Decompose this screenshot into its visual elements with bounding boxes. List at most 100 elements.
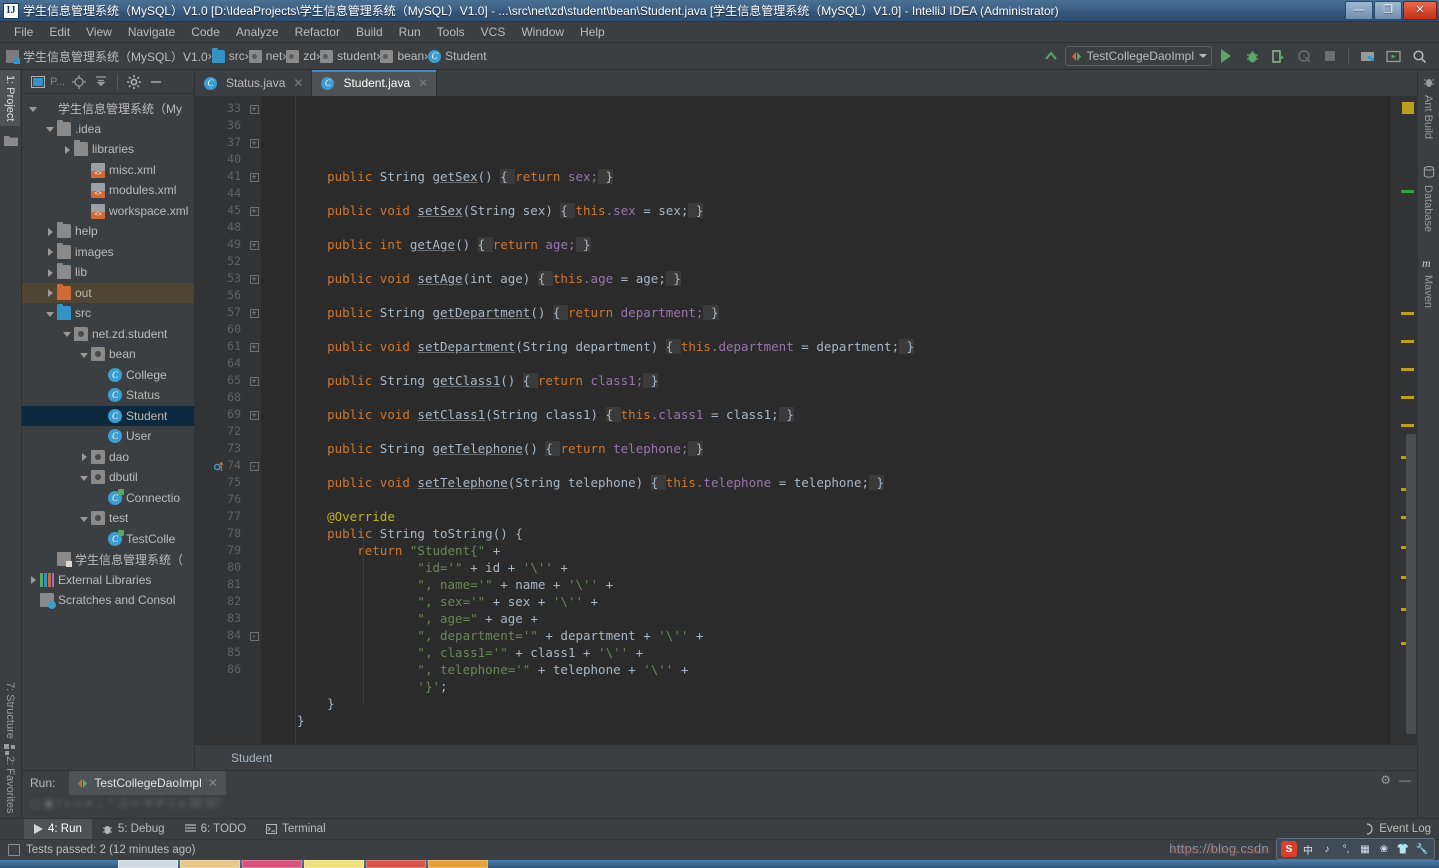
- warning-marker[interactable]: [1401, 368, 1414, 371]
- taskbar-item[interactable]: [180, 860, 240, 868]
- debug-button[interactable]: [1240, 45, 1264, 67]
- code-line[interactable]: }: [261, 712, 1391, 729]
- menu-navigate[interactable]: Navigate: [120, 23, 183, 41]
- tree-node-[interactable]: 学生信息管理系统（: [22, 549, 194, 570]
- code-line[interactable]: public void setAge(int age) { this.age =…: [261, 270, 1391, 287]
- code-line[interactable]: ", department='" + department + '\'' +: [261, 627, 1391, 644]
- project-tree[interactable]: 学生信息管理系统（My .idea libraries misc.xml modules…: [22, 94, 194, 770]
- event-log-button[interactable]: Event Log: [1361, 823, 1439, 835]
- chevron-down-icon[interactable]: [28, 103, 39, 114]
- code-line[interactable]: public void setSex(String sex) { this.se…: [261, 202, 1391, 219]
- tree-node-libraries[interactable]: libraries: [22, 139, 194, 160]
- chevron-right-icon[interactable]: [45, 287, 56, 298]
- code-line[interactable]: public String getSex() { return sex; }: [261, 168, 1391, 185]
- tree-node-src[interactable]: src: [22, 303, 194, 324]
- sidebar-item-structure[interactable]: 7: Structure: [0, 677, 20, 744]
- chevron-right-icon[interactable]: [45, 226, 56, 237]
- tree-node-workspace-xml[interactable]: workspace.xml: [22, 201, 194, 222]
- tree-node-external-libraries[interactable]: External Libraries: [22, 570, 194, 591]
- run-configuration-selector[interactable]: TestCollegeDaoImpl: [1064, 46, 1212, 66]
- tree-node-bean[interactable]: bean: [22, 344, 194, 365]
- tree-node-lib[interactable]: lib: [22, 262, 194, 283]
- breadcrumb-student-pkg[interactable]: student: [320, 49, 376, 63]
- project-view-selector[interactable]: [28, 72, 48, 92]
- minimize-button[interactable]: —: [1345, 0, 1373, 20]
- code-line[interactable]: public String getClass1() { return class…: [261, 372, 1391, 389]
- code-line[interactable]: [261, 253, 1391, 270]
- search-everywhere-icon[interactable]: [1407, 45, 1431, 67]
- breadcrumb-student-class[interactable]: C Student: [428, 49, 487, 63]
- chevron-down-icon[interactable]: [62, 328, 73, 339]
- ime-tools-icon[interactable]: 🔧: [1414, 841, 1430, 857]
- sidebar-item-project[interactable]: 1: Project: [0, 70, 20, 127]
- tab-status-java[interactable]: C Status.java ✕: [195, 70, 313, 96]
- code-line[interactable]: }: [261, 695, 1391, 712]
- code-line[interactable]: [261, 355, 1391, 372]
- warning-marker[interactable]: [1401, 424, 1414, 427]
- editor-breadcrumb[interactable]: Student: [195, 744, 1417, 770]
- tree-node-modules-xml[interactable]: modules.xml: [22, 180, 194, 201]
- tree-node-student[interactable]: C Student: [22, 405, 194, 426]
- sidebar-item-favorites[interactable]: 2: Favorites: [0, 751, 20, 818]
- code-content[interactable]: public String getSex() { return sex; } p…: [261, 96, 1391, 744]
- tree-node-scratches-and-consol[interactable]: Scratches and Consol: [22, 590, 194, 611]
- tree-node-dao[interactable]: dao: [22, 447, 194, 468]
- code-line[interactable]: [261, 389, 1391, 406]
- breadcrumb-zd[interactable]: zd: [286, 49, 316, 63]
- locate-in-tree-icon[interactable]: [69, 72, 89, 92]
- breadcrumb-bean[interactable]: bean: [380, 49, 424, 63]
- menu-edit[interactable]: Edit: [41, 23, 78, 41]
- menu-analyze[interactable]: Analyze: [228, 23, 287, 41]
- taskbar-item[interactable]: [118, 860, 178, 868]
- code-line[interactable]: [261, 321, 1391, 338]
- run-with-coverage-button[interactable]: [1266, 45, 1290, 67]
- editor-scrollbar-thumb[interactable]: [1406, 434, 1416, 734]
- tab-todo[interactable]: 6: TODO: [175, 819, 257, 840]
- chevron-down-icon[interactable]: [45, 308, 56, 319]
- warning-marker[interactable]: [1401, 396, 1414, 399]
- code-line[interactable]: public String getTelephone() { return te…: [261, 440, 1391, 457]
- tree-node-misc-xml[interactable]: misc.xml: [22, 160, 194, 181]
- taskbar-item[interactable]: [366, 860, 426, 868]
- tree-node-user[interactable]: C User: [22, 426, 194, 447]
- code-line[interactable]: "id='" + id + '\'' +: [261, 559, 1391, 576]
- fold-column[interactable]: + + + + + + + + + + - -: [247, 96, 261, 744]
- tab-run[interactable]: 4: Run: [24, 818, 92, 840]
- tree-node-out[interactable]: out: [22, 282, 194, 303]
- run-tab-testcollegedaoimpl[interactable]: TestCollegeDaoImpl ✕: [69, 771, 226, 795]
- collapse-all-icon[interactable]: [91, 72, 111, 92]
- breadcrumb-project[interactable]: 学生信息管理系统（MySQL）V1.0: [6, 48, 208, 65]
- stop-button[interactable]: [1318, 45, 1342, 67]
- code-line[interactable]: ", class1='" + class1 + '\'' +: [261, 644, 1391, 661]
- tree-node-connectio[interactable]: C Connectio: [22, 488, 194, 509]
- code-line[interactable]: return "Student{" +: [261, 542, 1391, 559]
- tree-node-dbutil[interactable]: dbutil: [22, 467, 194, 488]
- tree-node-idea[interactable]: .idea: [22, 119, 194, 140]
- chevron-down-icon[interactable]: [79, 349, 90, 360]
- taskbar-item[interactable]: [428, 860, 488, 868]
- code-line[interactable]: public String getDepartment() { return d…: [261, 304, 1391, 321]
- menu-vcs[interactable]: VCS: [473, 23, 514, 41]
- code-line[interactable]: '}';: [261, 678, 1391, 695]
- inspection-summary-marker[interactable]: [1402, 102, 1414, 114]
- code-line[interactable]: ", name='" + name + '\'' +: [261, 576, 1391, 593]
- menu-code[interactable]: Code: [183, 23, 228, 41]
- code-line[interactable]: ", sex='" + sex + '\'' +: [261, 593, 1391, 610]
- ime-mode-icon[interactable]: 中: [1300, 841, 1316, 857]
- menu-help[interactable]: Help: [572, 23, 613, 41]
- tab-debug[interactable]: 5: Debug: [92, 819, 175, 840]
- sidebar-item-database[interactable]: Database: [1418, 180, 1438, 237]
- menu-view[interactable]: View: [78, 23, 120, 41]
- tree-node-college[interactable]: C College: [22, 365, 194, 386]
- tree-node-status[interactable]: C Status: [22, 385, 194, 406]
- code-line[interactable]: [261, 457, 1391, 474]
- line-number-gutter[interactable]: 33 36 37 40 41 44 45 48 49 52 53 56 57 60 61 64 65 68 69 72…: [195, 96, 247, 744]
- chevron-down-icon[interactable]: [79, 472, 90, 483]
- breadcrumb-src[interactable]: src: [211, 47, 245, 63]
- menu-run[interactable]: Run: [391, 23, 429, 41]
- fold-toggle[interactable]: +: [247, 168, 261, 185]
- chevron-right-icon[interactable]: [79, 451, 90, 462]
- tab-terminal[interactable]: Terminal: [256, 819, 335, 840]
- chevron-right-icon[interactable]: [62, 144, 73, 155]
- fold-toggle[interactable]: +: [247, 236, 261, 253]
